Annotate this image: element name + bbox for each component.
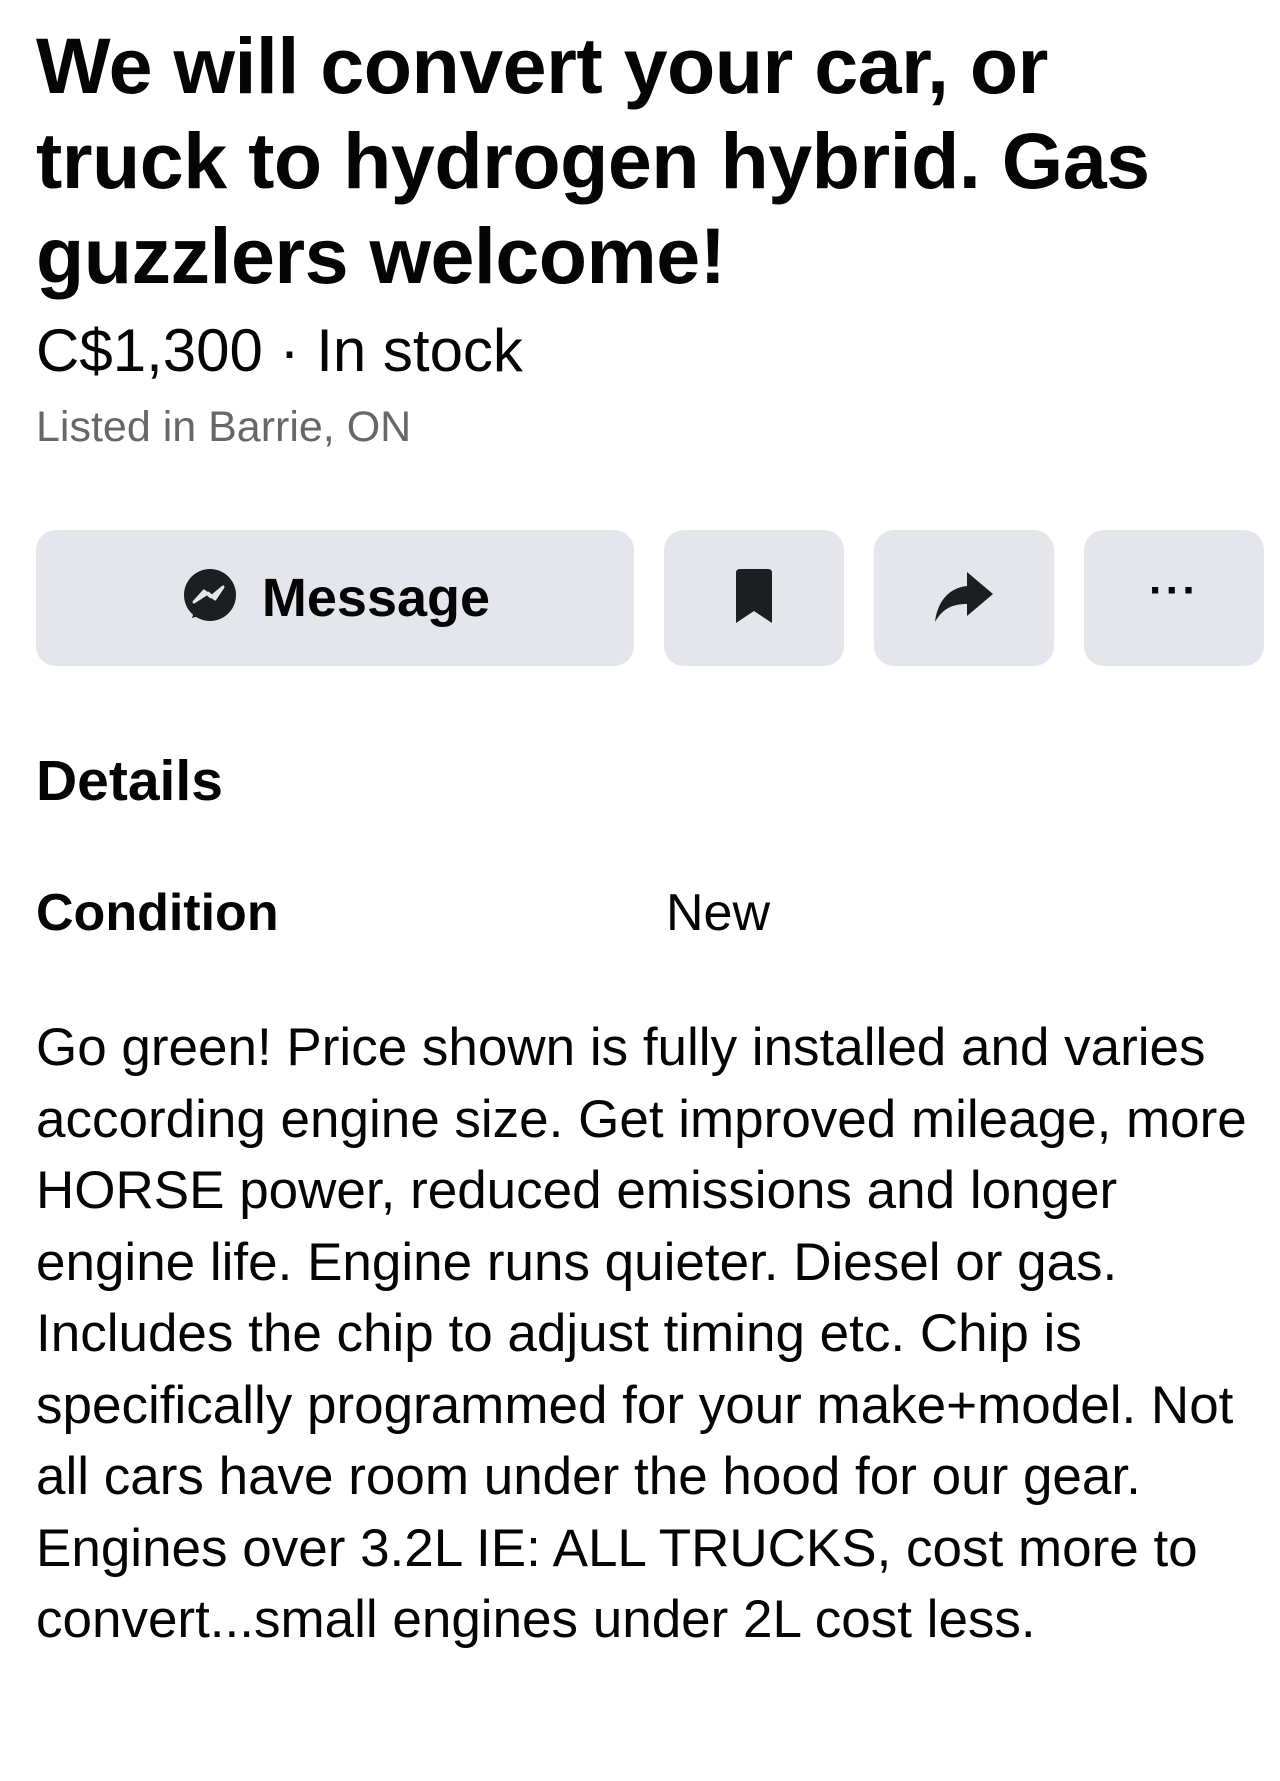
listing-price: C$1,300: [36, 317, 263, 384]
bookmark-icon: [732, 567, 776, 630]
listing-location: Listed in Barrie, ON: [36, 403, 412, 451]
listing-title: We will convert your car, or truck to hy…: [36, 21, 1150, 300]
more-dots-icon: ···: [1149, 566, 1199, 615]
message-button[interactable]: Message: [36, 530, 634, 666]
price-separator: ·: [262, 317, 317, 384]
details-heading: Details: [36, 749, 223, 813]
share-button[interactable]: [874, 530, 1054, 666]
listing-description: Go green! Price shown is fully installed…: [36, 1018, 1247, 1649]
save-button[interactable]: [664, 530, 844, 666]
share-arrow-icon: [933, 568, 995, 629]
condition-label: Condition: [36, 884, 279, 942]
condition-value: New: [666, 884, 771, 942]
listing-page: We will convert your car, or truck to hy…: [36, 0, 1264, 1649]
more-options-button[interactable]: ···: [1084, 530, 1264, 666]
price-row: C$1,300 · In stock: [36, 315, 1256, 387]
condition-row: Condition New: [36, 880, 1256, 946]
messenger-icon: [180, 566, 240, 631]
message-button-label: Message: [261, 568, 491, 628]
stock-status: In stock: [316, 317, 523, 384]
action-bar: Message ···: [36, 530, 1264, 666]
